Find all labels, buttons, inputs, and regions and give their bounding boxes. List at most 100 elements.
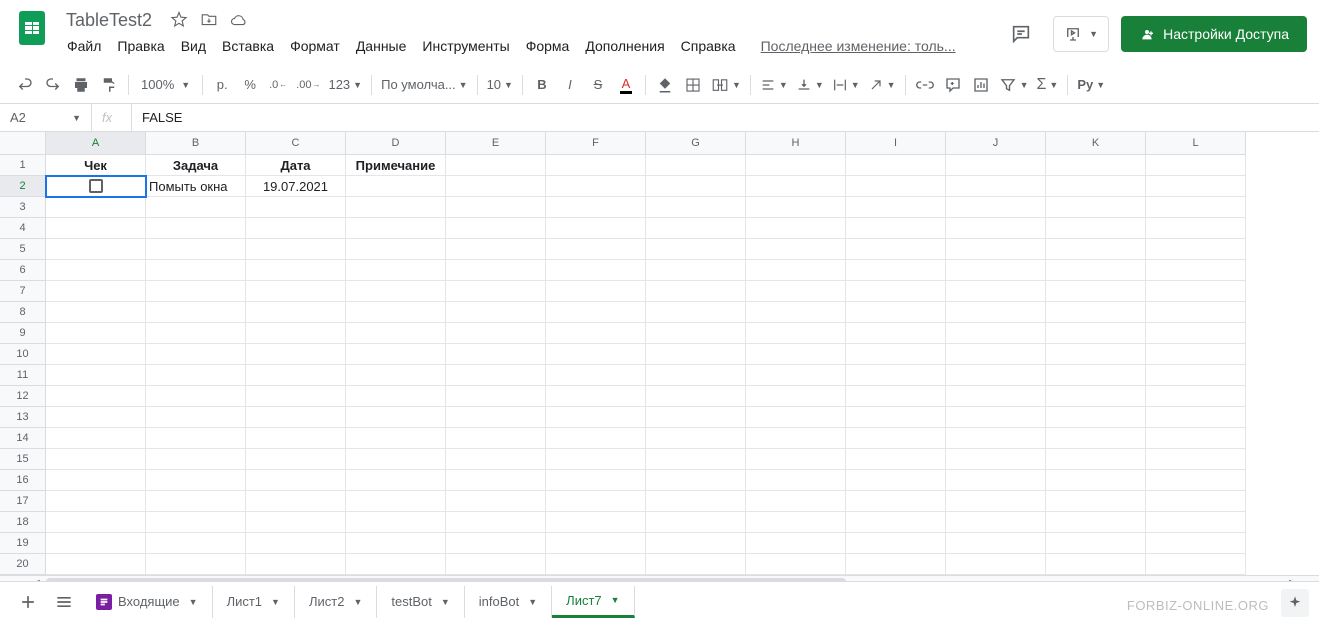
cell-C17[interactable] — [246, 491, 346, 512]
cell-F7[interactable] — [546, 281, 646, 302]
cell-B16[interactable] — [146, 470, 246, 491]
cell-F16[interactable] — [546, 470, 646, 491]
cell-G5[interactable] — [646, 239, 746, 260]
cell-A8[interactable] — [46, 302, 146, 323]
share-button[interactable]: Настройки Доступа — [1121, 16, 1307, 52]
cell-G19[interactable] — [646, 533, 746, 554]
cell-G11[interactable] — [646, 365, 746, 386]
cell-K1[interactable] — [1046, 155, 1146, 176]
col-header-G[interactable]: G — [646, 132, 746, 155]
cell-E4[interactable] — [446, 218, 546, 239]
cell-G4[interactable] — [646, 218, 746, 239]
cell-I11[interactable] — [846, 365, 946, 386]
row-header-12[interactable]: 12 — [0, 386, 46, 407]
cell-D19[interactable] — [346, 533, 446, 554]
more-formats-button[interactable]: 123▼ — [325, 72, 365, 98]
cell-D17[interactable] — [346, 491, 446, 512]
cell-D12[interactable] — [346, 386, 446, 407]
cell-L1[interactable] — [1146, 155, 1246, 176]
cell-F2[interactable] — [546, 176, 646, 197]
cell-K6[interactable] — [1046, 260, 1146, 281]
row-header-10[interactable]: 10 — [0, 344, 46, 365]
chevron-down-icon[interactable]: ▼ — [189, 597, 198, 607]
cell-J16[interactable] — [946, 470, 1046, 491]
cell-B18[interactable] — [146, 512, 246, 533]
text-color-button[interactable]: A — [613, 72, 639, 98]
cell-A7[interactable] — [46, 281, 146, 302]
cell-A9[interactable] — [46, 323, 146, 344]
rotate-button[interactable]: ▼ — [865, 72, 899, 98]
cell-D2[interactable] — [346, 176, 446, 197]
col-header-B[interactable]: B — [146, 132, 246, 155]
present-button[interactable]: ▼ — [1053, 16, 1109, 52]
row-header-19[interactable]: 19 — [0, 533, 46, 554]
chevron-down-icon[interactable]: ▼ — [353, 597, 362, 607]
row-header-11[interactable]: 11 — [0, 365, 46, 386]
cell-A10[interactable] — [46, 344, 146, 365]
cell-A4[interactable] — [46, 218, 146, 239]
sheet-tab-Лист2[interactable]: Лист2▼ — [295, 586, 377, 618]
cell-A2[interactable] — [46, 176, 146, 197]
row-header-3[interactable]: 3 — [0, 197, 46, 218]
cell-L10[interactable] — [1146, 344, 1246, 365]
cell-D1[interactable]: Примечание — [346, 155, 446, 176]
sheet-tab-Лист1[interactable]: Лист1▼ — [213, 586, 295, 618]
col-header-C[interactable]: C — [246, 132, 346, 155]
col-header-K[interactable]: K — [1046, 132, 1146, 155]
cell-C20[interactable] — [246, 554, 346, 575]
chevron-down-icon[interactable]: ▼ — [528, 597, 537, 607]
cell-H19[interactable] — [746, 533, 846, 554]
cell-C5[interactable] — [246, 239, 346, 260]
cell-F10[interactable] — [546, 344, 646, 365]
comment-button[interactable] — [940, 72, 966, 98]
cell-C18[interactable] — [246, 512, 346, 533]
cell-F15[interactable] — [546, 449, 646, 470]
menu-инструменты[interactable]: Инструменты — [415, 34, 516, 58]
row-header-9[interactable]: 9 — [0, 323, 46, 344]
col-header-F[interactable]: F — [546, 132, 646, 155]
cell-D20[interactable] — [346, 554, 446, 575]
cell-B3[interactable] — [146, 197, 246, 218]
cell-L19[interactable] — [1146, 533, 1246, 554]
cell-B15[interactable] — [146, 449, 246, 470]
cell-I9[interactable] — [846, 323, 946, 344]
cell-H14[interactable] — [746, 428, 846, 449]
cell-L12[interactable] — [1146, 386, 1246, 407]
cell-K17[interactable] — [1046, 491, 1146, 512]
cell-L16[interactable] — [1146, 470, 1246, 491]
cell-C12[interactable] — [246, 386, 346, 407]
font-size-select[interactable]: 10▼ — [484, 72, 516, 98]
cell-A5[interactable] — [46, 239, 146, 260]
cell-D4[interactable] — [346, 218, 446, 239]
sheets-logo[interactable] — [12, 8, 52, 48]
cell-A11[interactable] — [46, 365, 146, 386]
cell-I18[interactable] — [846, 512, 946, 533]
cell-A20[interactable] — [46, 554, 146, 575]
cell-I8[interactable] — [846, 302, 946, 323]
cell-C16[interactable] — [246, 470, 346, 491]
cell-F4[interactable] — [546, 218, 646, 239]
cell-G20[interactable] — [646, 554, 746, 575]
cell-E17[interactable] — [446, 491, 546, 512]
move-icon[interactable] — [200, 11, 218, 29]
cell-L11[interactable] — [1146, 365, 1246, 386]
row-header-18[interactable]: 18 — [0, 512, 46, 533]
cell-K9[interactable] — [1046, 323, 1146, 344]
cell-E18[interactable] — [446, 512, 546, 533]
cell-J7[interactable] — [946, 281, 1046, 302]
col-header-A[interactable]: A — [46, 132, 146, 155]
fill-color-button[interactable] — [652, 72, 678, 98]
cell-F1[interactable] — [546, 155, 646, 176]
cell-C1[interactable]: Дата — [246, 155, 346, 176]
functions-button[interactable]: Σ▼ — [1034, 72, 1062, 98]
col-header-L[interactable]: L — [1146, 132, 1246, 155]
cell-I6[interactable] — [846, 260, 946, 281]
sheet-tab-testBot[interactable]: testBot▼ — [377, 586, 464, 618]
percent-button[interactable]: % — [237, 72, 263, 98]
cell-L5[interactable] — [1146, 239, 1246, 260]
doc-title[interactable]: TableTest2 — [60, 8, 158, 33]
cell-I16[interactable] — [846, 470, 946, 491]
cell-L14[interactable] — [1146, 428, 1246, 449]
col-header-I[interactable]: I — [846, 132, 946, 155]
cell-H10[interactable] — [746, 344, 846, 365]
